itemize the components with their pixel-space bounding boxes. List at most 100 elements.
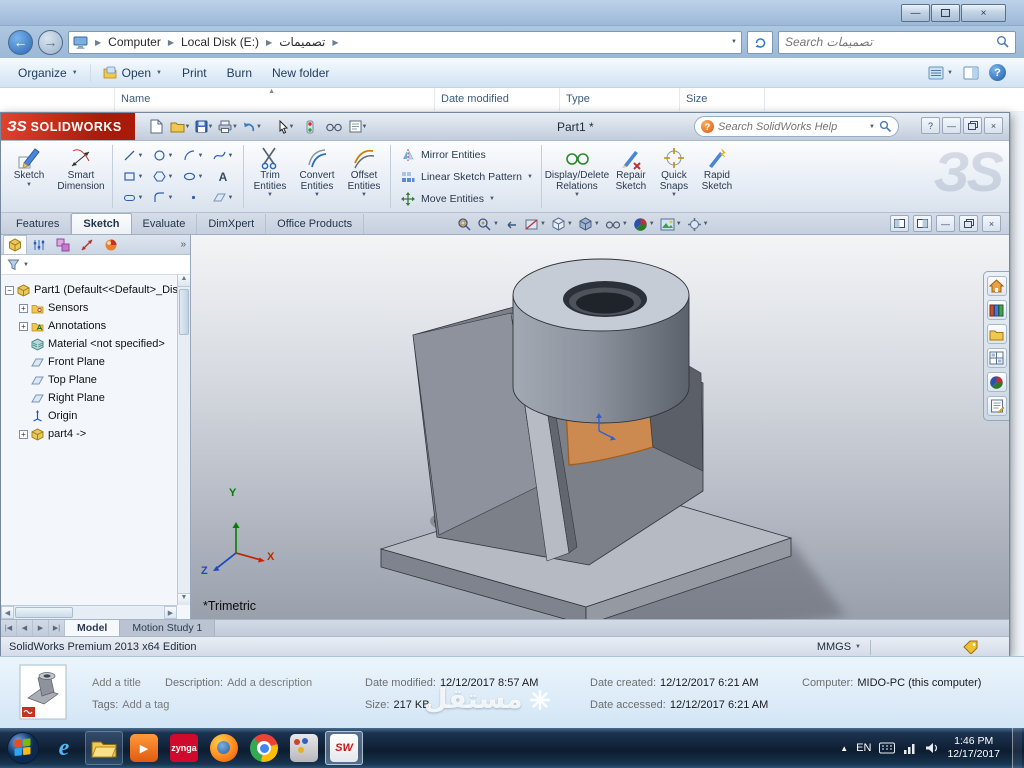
volume-tray-icon[interactable] [925, 742, 939, 754]
explorer-scrollbar-strip[interactable] [1010, 112, 1024, 656]
point-tool[interactable] [178, 187, 208, 208]
chevron-down-icon[interactable]: ▼ [869, 124, 875, 130]
taskbar-paint-button[interactable] [285, 731, 323, 765]
doc-minimize-button[interactable]: — [936, 215, 955, 232]
doc-restore-button[interactable] [959, 215, 978, 232]
polygon-tool[interactable]: ▼ [148, 166, 178, 187]
taskbar-chrome-button[interactable] [245, 731, 283, 765]
new-document-button[interactable] [145, 117, 167, 137]
rapid-sketch-button[interactable]: Rapid Sketch [695, 141, 739, 212]
title-placeholder[interactable]: Add a title [92, 677, 165, 689]
print-button[interactable]: Print [172, 61, 217, 85]
display-settings-button[interactable] [323, 117, 345, 137]
explorer-close-button[interactable]: × [961, 4, 1006, 22]
view-settings-button[interactable]: ▼ [686, 215, 710, 233]
show-hidden-icons-button[interactable]: ▲ [840, 744, 848, 753]
propertymanager-tab[interactable] [27, 235, 51, 254]
repair-sketch-button[interactable]: Repair Sketch [609, 141, 653, 212]
zoom-area-button[interactable]: ▼ [476, 215, 500, 233]
tree-item-front-plane[interactable]: Front Plane [5, 353, 190, 371]
description-field[interactable]: Description: Add a description [165, 677, 365, 689]
back-button[interactable]: ← [8, 29, 33, 55]
undo-button[interactable]: ▼ [241, 117, 263, 137]
tile-right-button[interactable] [913, 215, 932, 232]
expand-icon[interactable]: + [19, 321, 28, 331]
first-tab-button[interactable]: |◀ [1, 620, 17, 636]
dimxpertmanager-tab[interactable] [75, 235, 99, 254]
file-explorer-button[interactable] [986, 324, 1007, 344]
collapse-icon[interactable]: − [5, 285, 14, 295]
tree-item-material[interactable]: Material <not specified> [5, 335, 190, 353]
open-button[interactable]: Open ▼ [93, 61, 172, 85]
tags-field[interactable]: Tags: Add a tag [92, 699, 365, 711]
tree-filter-row[interactable]: ▼ [1, 255, 190, 275]
refresh-button[interactable] [747, 30, 773, 54]
search-input[interactable] [779, 35, 996, 49]
hide-show-items-button[interactable]: ▼ [604, 215, 629, 233]
breadcrumb-item-computer[interactable]: Computer [108, 35, 161, 49]
forward-button[interactable]: → [38, 29, 63, 55]
expand-icon[interactable]: + [19, 429, 28, 439]
linear-pattern-button[interactable]: Linear Sketch Pattern ▼ [394, 166, 538, 188]
taskbar-firefox-button[interactable] [205, 731, 243, 765]
view-palette-button[interactable] [986, 348, 1007, 368]
apply-scene-button[interactable]: ▼ [659, 215, 683, 233]
sw-restore-button[interactable] [963, 117, 982, 134]
search-icon[interactable] [996, 35, 1010, 49]
graphics-area[interactable]: Y X Z *Trimetric [191, 235, 1009, 619]
taskbar-explorer-button[interactable] [85, 731, 123, 765]
circle-tool[interactable]: ▼ [148, 145, 178, 166]
options-button[interactable]: ▼ [347, 117, 369, 137]
tree-item-root[interactable]: − Part1 (Default<<Default>_Disp [5, 281, 190, 299]
doc-close-button[interactable]: × [982, 215, 1001, 232]
language-indicator[interactable]: EN [856, 742, 871, 754]
taskbar-media-player-button[interactable]: ▶ [125, 731, 163, 765]
taskbar-solidworks-button[interactable]: SW [325, 731, 363, 765]
custom-properties-button[interactable] [986, 396, 1007, 416]
design-library-button[interactable] [986, 300, 1007, 320]
quick-snaps-button[interactable]: Quick Snaps ▼ [653, 141, 695, 212]
zoom-fit-button[interactable] [456, 215, 473, 233]
sketch-button[interactable]: Sketch ▼ [5, 141, 53, 212]
fillet-tool[interactable]: ▼ [148, 187, 178, 208]
previous-view-button[interactable] [503, 215, 520, 233]
description-placeholder[interactable]: Add a description [227, 677, 312, 689]
help-search-input[interactable] [718, 120, 866, 133]
configurationmanager-tab[interactable] [51, 235, 75, 254]
sw-resources-button[interactable] [986, 276, 1007, 296]
text-tool[interactable]: A [208, 166, 238, 187]
tree-item-top-plane[interactable]: Top Plane [5, 371, 190, 389]
explorer-minimize-button[interactable]: — [901, 4, 930, 22]
network-tray-icon[interactable] [903, 742, 917, 754]
next-tab-button[interactable]: ▶ [33, 620, 49, 636]
explorer-maximize-button[interactable] [931, 4, 960, 22]
rebuild-button[interactable] [299, 117, 321, 137]
tree-item-right-plane[interactable]: Right Plane [5, 389, 190, 407]
keyboard-tray-icon[interactable] [879, 742, 896, 754]
tree-item-part4[interactable]: + part4 -> [5, 425, 190, 443]
tree-horizontal-scrollbar[interactable]: ◀ ▶ [1, 605, 177, 619]
preview-pane-icon[interactable] [963, 66, 979, 80]
breadcrumb-item-local-disk[interactable]: Local Disk (E:) [181, 35, 259, 49]
search-icon[interactable] [879, 120, 892, 133]
plane-tool[interactable]: ▼ [208, 187, 238, 208]
ellipse-tool[interactable]: ▼ [178, 166, 208, 187]
chevron-double-icon[interactable]: » [180, 239, 186, 250]
view-orientation-button[interactable]: ▼ [550, 215, 574, 233]
breadcrumb-dropdown-icon[interactable]: ▼ [731, 39, 737, 45]
show-desktop-button[interactable] [1012, 728, 1022, 768]
appearances-button[interactable] [986, 372, 1007, 392]
breadcrumb-item-folder[interactable]: تصميمات [279, 35, 325, 49]
taskbar-zynga-button[interactable]: zynga [165, 731, 203, 765]
save-button[interactable]: ▼ [193, 117, 215, 137]
tree-item-annotations[interactable]: + Annotations [5, 317, 190, 335]
sw-close-button[interactable]: × [984, 117, 1003, 134]
units-selector[interactable]: MMGS ▼ [817, 641, 861, 653]
column-header-type[interactable]: Type [560, 88, 680, 111]
offset-entities-button[interactable]: Offset Entities ▼ [341, 141, 387, 212]
start-button[interactable] [2, 728, 44, 768]
tree-item-sensors[interactable]: + Sensors [5, 299, 190, 317]
last-tab-button[interactable]: ▶| [49, 620, 65, 636]
slot-tool[interactable]: ▼ [118, 187, 148, 208]
help-button[interactable]: ? [989, 64, 1006, 81]
